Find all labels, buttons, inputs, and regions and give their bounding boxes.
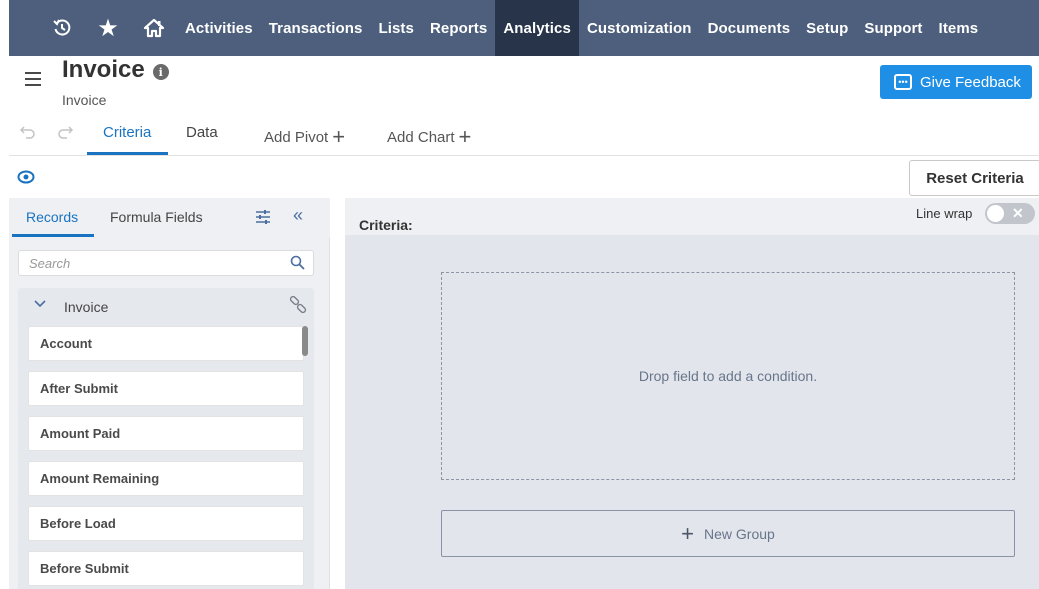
field-search xyxy=(18,250,314,276)
sliders-icon[interactable] xyxy=(255,208,271,231)
recent-icon[interactable] xyxy=(39,0,85,56)
reset-criteria-button[interactable]: Reset Criteria xyxy=(909,160,1039,196)
criteria-panel: Criteria: Line wrap ✕ Drop field to add … xyxy=(345,198,1039,589)
add-pivot-label: Add Pivot xyxy=(264,129,329,146)
add-pivot-button[interactable]: Add Pivot + xyxy=(264,124,345,150)
undo-icon[interactable] xyxy=(19,125,36,144)
list-item[interactable]: Before Submit xyxy=(28,551,304,586)
nav-support[interactable]: Support xyxy=(856,0,930,56)
search-icon[interactable] xyxy=(290,255,305,275)
nav-reports[interactable]: Reports xyxy=(422,0,495,56)
nav-lists[interactable]: Lists xyxy=(370,0,422,56)
fields-panel: Records Formula Fields « Invoice Account… xyxy=(9,198,330,589)
tab-data[interactable]: Data xyxy=(186,124,218,141)
link-icon[interactable] xyxy=(288,295,308,320)
record-group-name: Invoice xyxy=(64,299,109,315)
list-item[interactable]: After Submit xyxy=(28,371,304,406)
list-item[interactable]: Before Load xyxy=(28,506,304,541)
give-feedback-button[interactable]: ••• Give Feedback xyxy=(880,65,1032,99)
plus-icon: + xyxy=(458,124,472,149)
give-feedback-label: Give Feedback xyxy=(920,73,1021,91)
chevron-down-icon[interactable] xyxy=(34,297,46,311)
page-subtitle: Invoice xyxy=(62,92,107,108)
new-group-button[interactable]: + New Group xyxy=(441,510,1015,557)
star-icon[interactable]: ★ xyxy=(85,0,131,56)
tab-records[interactable]: Records xyxy=(26,209,78,225)
list-item[interactable]: Amount Remaining xyxy=(28,461,304,496)
collapse-panel-icon[interactable]: « xyxy=(293,205,303,226)
list-item[interactable]: Account xyxy=(28,326,304,361)
menu-icon[interactable] xyxy=(25,72,41,90)
plus-icon: + xyxy=(332,124,346,149)
line-wrap-toggle[interactable]: ✕ xyxy=(985,203,1035,224)
info-icon[interactable]: i xyxy=(152,64,169,80)
tabs-divider xyxy=(9,155,1039,156)
add-chart-label: Add Chart xyxy=(387,129,455,146)
field-list: Account After Submit Amount Paid Amount … xyxy=(18,324,314,589)
nav-activities[interactable]: Activities xyxy=(177,0,261,56)
criteria-header: Criteria: Line wrap ✕ xyxy=(345,198,1039,235)
close-icon: ✕ xyxy=(1012,205,1024,221)
tab-formula-fields[interactable]: Formula Fields xyxy=(110,209,203,225)
page-title-text: Invoice xyxy=(62,56,145,83)
tab-records-underline xyxy=(12,234,94,237)
criteria-title: Criteria: xyxy=(359,217,413,233)
toggle-knob xyxy=(987,205,1004,222)
nav-transactions[interactable]: Transactions xyxy=(261,0,371,56)
nav-documents[interactable]: Documents xyxy=(700,0,799,56)
nav-setup[interactable]: Setup xyxy=(798,0,856,56)
nav-analytics[interactable]: Analytics xyxy=(495,0,579,56)
add-chart-button[interactable]: Add Chart + xyxy=(387,124,471,150)
top-nav: ★ Activities Transactions Lists Reports … xyxy=(9,0,1039,56)
nav-customization[interactable]: Customization xyxy=(579,0,700,56)
redo-icon[interactable] xyxy=(57,125,74,144)
tab-criteria[interactable]: Criteria xyxy=(103,124,151,141)
field-list-scrollbar[interactable] xyxy=(302,326,308,356)
nav-items[interactable]: Items xyxy=(931,0,987,56)
chat-icon: ••• xyxy=(894,74,912,90)
line-wrap-label: Line wrap xyxy=(916,206,973,221)
page-title: Invoice i xyxy=(62,56,169,84)
list-item[interactable]: Amount Paid xyxy=(28,416,304,451)
left-edge xyxy=(0,0,9,589)
search-input[interactable] xyxy=(19,251,269,275)
eye-icon[interactable] xyxy=(17,170,35,189)
new-group-label: New Group xyxy=(704,525,775,542)
home-icon[interactable] xyxy=(131,0,177,56)
fields-panel-tabs: Records Formula Fields « xyxy=(9,198,330,238)
plus-icon: + xyxy=(681,520,695,546)
drop-hint: Drop field to add a condition. xyxy=(638,368,818,384)
record-group-header[interactable]: Invoice xyxy=(18,288,314,324)
condition-drop-zone[interactable]: Drop field to add a condition. xyxy=(441,272,1015,480)
